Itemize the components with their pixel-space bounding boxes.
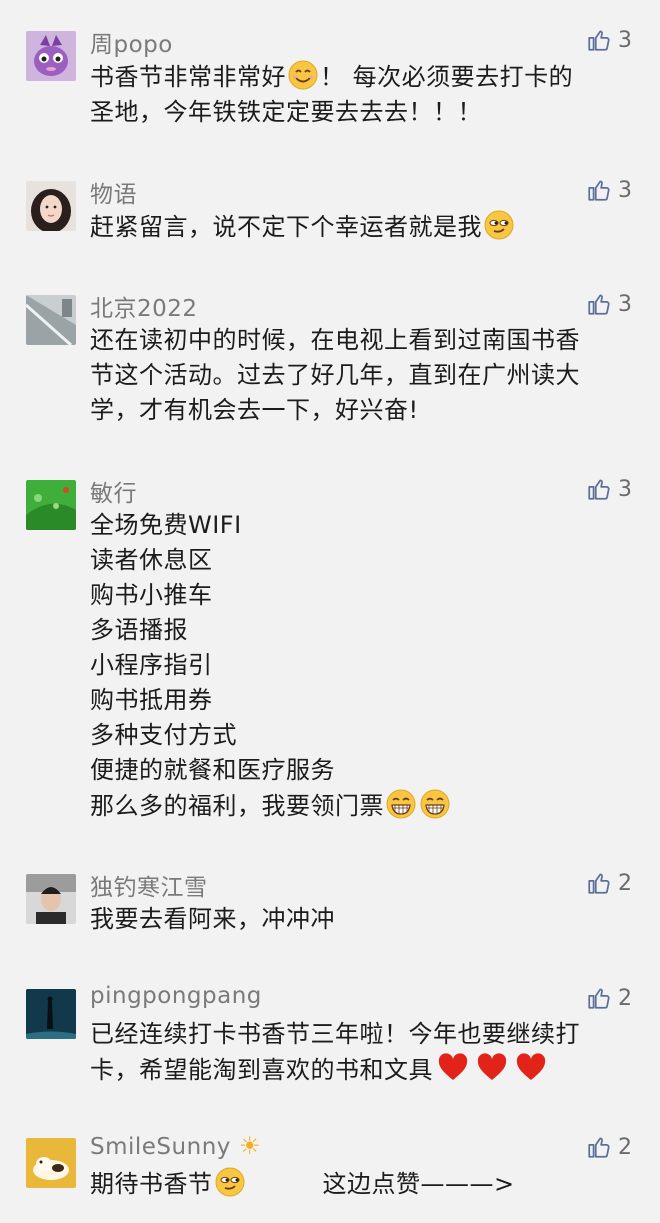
username[interactable]: SmileSunny ☀ xyxy=(90,1132,261,1160)
comment-line: 全场免费WIFI xyxy=(90,511,242,539)
sun-icon: ☀ xyxy=(238,1132,261,1160)
comment-line: 我要去看阿来，冲冲冲 xyxy=(90,905,335,933)
smirk-emoji xyxy=(214,1166,246,1198)
like-button[interactable]: 2 xyxy=(586,985,632,1011)
comment-line: 已经连续打卡书香节三年啦！今年也要继续打 xyxy=(90,1020,580,1048)
thumbs-up-icon xyxy=(586,291,612,317)
comment-line: 卡，希望能淘到喜欢的书和文具 xyxy=(90,1052,640,1088)
comment-line: 圣地，今年铁铁定定要去去去！！！ xyxy=(90,98,482,126)
red-heart-emoji xyxy=(437,1052,469,1084)
comment-line: 小程序指引 xyxy=(90,651,213,679)
comment-line: 学，才有机会去一下，好兴奋! xyxy=(90,396,419,424)
avatar-image xyxy=(26,181,76,231)
smirk-emoji xyxy=(483,209,515,241)
username[interactable]: 物语 xyxy=(90,175,137,209)
comment-line: 还在读初中的时候，在电视上看到过南国书香 xyxy=(90,326,580,354)
like-button[interactable]: 3 xyxy=(586,291,632,317)
red-heart-emoji xyxy=(515,1052,547,1084)
smile-emoji xyxy=(287,59,319,91)
username[interactable]: 周popo xyxy=(90,25,173,59)
comment-text: 书香节非常非常好 ！ 每次必须要去打卡的 圣地，今年铁铁定定要去去去！！！ xyxy=(90,59,640,130)
like-count: 2 xyxy=(618,1134,632,1160)
avatar-image xyxy=(26,1138,76,1188)
comment-text: 我要去看阿来，冲冲冲 xyxy=(90,902,640,937)
like-count: 3 xyxy=(618,291,632,317)
comment-line: 书香节非常非常好 ！ 每次必须要去打卡的 xyxy=(90,59,640,95)
like-count: 2 xyxy=(618,870,632,896)
avatar[interactable] xyxy=(26,874,76,924)
like-button[interactable]: 2 xyxy=(586,1134,632,1160)
grin-emoji xyxy=(419,788,451,820)
avatar[interactable] xyxy=(26,31,76,81)
comment-line: 便捷的就餐和医疗服务 xyxy=(90,756,335,784)
comment-text: 还在读初中的时候，在电视上看到过南国书香 节这个活动。过去了好几年，直到在广州读… xyxy=(90,323,640,428)
comment-line-text: 期待书香节 xyxy=(90,1170,213,1198)
comment-line: 那么多的福利，我要领门票 xyxy=(90,788,640,824)
grin-emoji xyxy=(385,788,417,820)
avatar-image xyxy=(26,480,76,530)
username-text: SmileSunny xyxy=(90,1134,231,1160)
avatar[interactable] xyxy=(26,1138,76,1188)
comment-text: 赶紧留言，说不定下个幸运者就是我 xyxy=(90,209,640,245)
thumbs-up-icon xyxy=(586,870,612,896)
like-button[interactable]: 3 xyxy=(586,476,632,502)
thumbs-up-icon xyxy=(586,1134,612,1160)
thumbs-up-icon xyxy=(586,985,612,1011)
like-count: 3 xyxy=(618,476,632,502)
avatar[interactable] xyxy=(26,989,76,1039)
like-button[interactable]: 3 xyxy=(586,177,632,203)
avatar[interactable] xyxy=(26,295,76,345)
avatar-image xyxy=(26,31,76,81)
comment-line: 多语播报 xyxy=(90,616,188,644)
like-button[interactable]: 3 xyxy=(586,27,632,53)
like-button[interactable]: 2 xyxy=(586,870,632,896)
username[interactable]: 敏行 xyxy=(90,474,137,508)
comment-line-text: 书香节非常非常好 xyxy=(90,63,286,91)
avatar-image xyxy=(26,295,76,345)
comment-line: 购书小推车 xyxy=(90,581,213,609)
comment-line-text: 卡，希望能淘到喜欢的书和文具 xyxy=(90,1056,433,1084)
username[interactable]: 北京2022 xyxy=(90,289,198,323)
like-count: 3 xyxy=(618,27,632,53)
like-count: 2 xyxy=(618,985,632,1011)
avatar-image xyxy=(26,989,76,1039)
avatar[interactable] xyxy=(26,181,76,231)
comment-line-text: 赶紧留言，说不定下个幸运者就是我 xyxy=(90,213,482,241)
like-count: 3 xyxy=(618,177,632,203)
red-heart-emoji xyxy=(476,1052,508,1084)
comment-text: 全场免费WIFI 读者休息区 购书小推车 多语播报 小程序指引 购书抵用券 多种… xyxy=(90,508,640,824)
comment-line-text: ！ 每次必须要去打卡的 xyxy=(320,63,574,91)
username[interactable]: 独钓寒江雪 xyxy=(90,868,208,902)
comment-line-text: 那么多的福利，我要领门票 xyxy=(90,792,384,820)
comment-text: 已经连续打卡书香节三年啦！今年也要继续打 卡，希望能淘到喜欢的书和文具 xyxy=(90,1017,640,1088)
comment-line: 多种支付方式 xyxy=(90,721,237,749)
username[interactable]: pingpongpang xyxy=(90,983,262,1009)
avatar-image xyxy=(26,874,76,924)
comment-line: 购书抵用券 xyxy=(90,686,213,714)
comment-line: 期待书香节 这边点赞———> xyxy=(90,1166,640,1202)
thumbs-up-icon xyxy=(586,177,612,203)
comment-list: 周popo 3 书香节非常非常好 ！ 每次必须要去打卡的 圣地，今年铁铁定定要去去… xyxy=(0,0,660,1223)
comment-text: 期待书香节 这边点赞———> xyxy=(90,1166,640,1202)
comment-line: 读者休息区 xyxy=(90,546,213,574)
comment-line: 节这个活动。过去了好几年，直到在广州读大 xyxy=(90,361,580,389)
comment-line: 赶紧留言，说不定下个幸运者就是我 xyxy=(90,209,640,245)
thumbs-up-icon xyxy=(586,27,612,53)
avatar[interactable] xyxy=(26,480,76,530)
comment-line-text: 这边点赞———> xyxy=(322,1170,515,1198)
thumbs-up-icon xyxy=(586,476,612,502)
